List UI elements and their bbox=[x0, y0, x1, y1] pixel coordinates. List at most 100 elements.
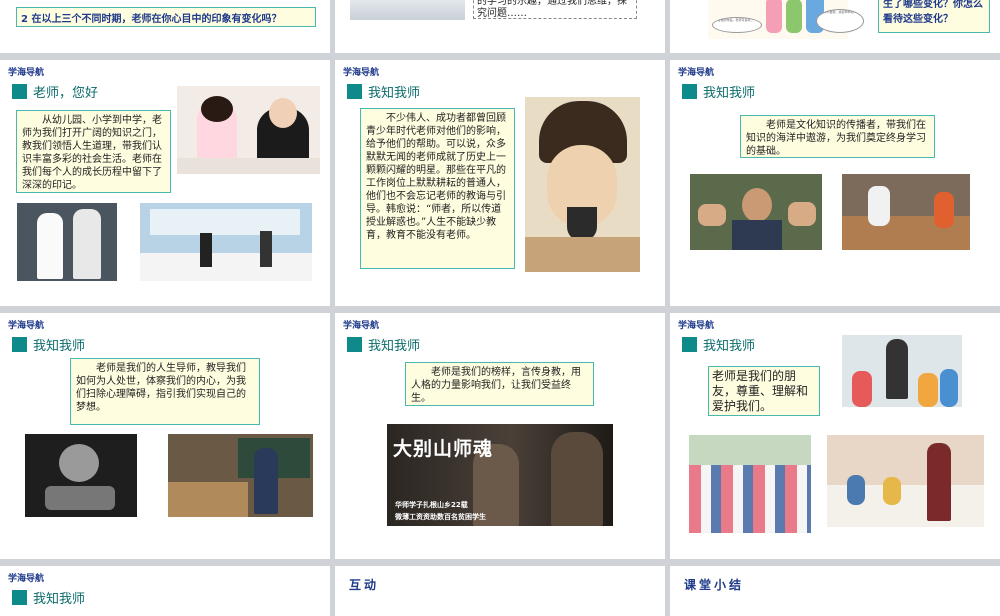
slide-teacher-friend[interactable]: 学海导航 我知我师 老师是我们的朋友，尊重、理解和爱护我们。 bbox=[670, 313, 1000, 559]
square-bullet-icon bbox=[347, 337, 362, 352]
cartoon-figure-2 bbox=[786, 0, 802, 33]
text-box: 从幼儿园、小学到中学，老师为我们打开广阔的知识之门，教我们领悟人生道理，带我们认… bbox=[16, 110, 171, 193]
section-header: 我知我师 bbox=[682, 82, 755, 101]
slide-partial-3[interactable]: 看我的作品，老师可喜欢了！ 老师不要我，我就乖乖地…… 生了哪些变化？你怎么看待… bbox=[670, 0, 1000, 53]
photo-student bbox=[868, 186, 890, 226]
section-title: 我知我师 bbox=[703, 339, 756, 354]
photo-student bbox=[883, 477, 901, 505]
photo-kid bbox=[918, 373, 938, 407]
section-title: 我知我师 bbox=[368, 86, 421, 101]
photo-figure-2 bbox=[73, 209, 101, 279]
portrait-beard bbox=[567, 207, 597, 241]
cartoon-bubble-left: 看我的作品，老师可喜欢了！ bbox=[712, 17, 762, 33]
photo-desk-row bbox=[140, 253, 312, 281]
text-content: 不少伟人、成功者都曾回顾青少年时代老师对他们的影响，给予他们的帮助。可以说，众多… bbox=[366, 113, 506, 241]
slide-role-model[interactable]: 学海导航 我知我师 老师是我们的榜样，言传身教，用人格的力量影响我们，让我们受益… bbox=[335, 313, 665, 559]
teacher-child-photo bbox=[177, 86, 320, 174]
slide-teacher-hello[interactable]: 学海导航 老师，您好 从幼儿园、小学到中学，老师为我们打开广阔的知识之门，教我们… bbox=[0, 60, 330, 306]
nav-label: 学海导航 bbox=[8, 68, 45, 78]
nav-label: 学海导航 bbox=[678, 321, 715, 331]
question-text: 2 在以上三个不同时期，老师在你心目中的印象有变化吗？ bbox=[21, 14, 282, 25]
square-bullet-icon bbox=[12, 337, 27, 352]
section-title: 老师，您好 bbox=[33, 86, 99, 101]
slide-question-partial-1[interactable]: 2 在以上三个不同时期，老师在你心目中的印象有变化吗？ bbox=[0, 0, 330, 53]
photo-child-hair bbox=[201, 96, 233, 122]
photo-teacher-face bbox=[269, 98, 297, 128]
square-bullet-icon bbox=[682, 84, 697, 99]
text-box: 老师是文化知识的传播者，带我们在知识的海洋中遨游，为我们奠定终身学习的基础。 bbox=[740, 115, 935, 158]
slide-partial-2[interactable]: 的学习的乐趣，通过我们思维，探究问题…… bbox=[335, 0, 665, 53]
photo-crowd bbox=[689, 465, 811, 533]
class-group-photo bbox=[689, 435, 811, 533]
photo-kid bbox=[940, 369, 958, 407]
classroom-photo bbox=[350, 0, 465, 20]
section-header: 我知我师 bbox=[347, 82, 420, 101]
photo-teacher bbox=[886, 339, 908, 399]
photo-teacher bbox=[254, 448, 278, 514]
section-title: 我知我师 bbox=[33, 592, 86, 607]
section-title: 我知我师 bbox=[33, 339, 86, 354]
slide-partial-9[interactable]: 课堂小结 bbox=[670, 566, 1000, 616]
photo-figure-1 bbox=[37, 213, 63, 279]
nav-label: 学海导航 bbox=[678, 68, 715, 78]
old-teacher-writing-photo bbox=[25, 434, 137, 517]
photo-student bbox=[260, 231, 272, 267]
text-content: 老师是我们的榜样，言传身教，用人格的力量影响我们，让我们受益终生。 bbox=[411, 367, 581, 404]
photo-arm bbox=[45, 486, 115, 510]
students-photo bbox=[17, 203, 117, 281]
section-title: 互动 bbox=[349, 578, 380, 592]
text-content: 的学习的乐趣，通过我们思维，探究问题…… bbox=[477, 0, 627, 19]
slide-great-people[interactable]: 学海导航 我知我师 不少伟人、成功者都曾回顾青少年时代老师对他们的影响，给予他们… bbox=[335, 60, 665, 306]
section-header: 我知我师 bbox=[12, 335, 85, 354]
nav-label: 学海导航 bbox=[8, 321, 45, 331]
text-content: 老师是我们的人生导师，教导我们如何为人处世，体察我们的内心，为我们扫除心理障碍，… bbox=[76, 363, 246, 413]
photo-person bbox=[551, 432, 603, 526]
photo-student bbox=[847, 475, 865, 505]
section-title: 课堂小结 bbox=[684, 578, 745, 592]
text-content: 从幼儿园、小学到中学，老师为我们打开广阔的知识之门，教我们领悟人生道理，带我们认… bbox=[22, 115, 162, 191]
slide-life-mentor[interactable]: 学海导航 我知我师 老师是我们的人生导师，教导我们如何为人处世，体察我们的内心，… bbox=[0, 313, 330, 559]
cartoon-figure-1 bbox=[766, 0, 782, 33]
photo-student bbox=[934, 192, 954, 228]
slide-partial-7[interactable]: 学海导航 我知我师 bbox=[0, 566, 330, 616]
square-bullet-icon bbox=[12, 84, 27, 99]
photo-hands bbox=[788, 202, 816, 226]
section-header: 我知我师 bbox=[12, 588, 85, 607]
classroom-activity-photo bbox=[827, 435, 984, 527]
poster-caption-2: 微薄工资资助数百名贫困学生 bbox=[395, 513, 486, 521]
classroom-teaching-photo bbox=[168, 434, 313, 517]
nav-label: 学海导航 bbox=[343, 68, 380, 78]
section-header: 老师，您好 bbox=[12, 82, 98, 101]
students-desk-photo bbox=[842, 174, 970, 250]
slide-partial-8[interactable]: 互动 bbox=[335, 566, 665, 616]
han-yu-portrait bbox=[525, 97, 640, 272]
photo-teacher bbox=[927, 443, 951, 521]
question-text: 生了哪些变化？你怎么看待这些变化？ bbox=[883, 0, 983, 25]
poster-title: 大别山师魂 bbox=[393, 438, 494, 460]
poster-caption-1: 华师学子扎根山乡22载 bbox=[395, 501, 468, 509]
text-content: 老师是文化知识的传播者，带我们在知识的海洋中遨游，为我们奠定终身学习的基础。 bbox=[746, 120, 926, 157]
photo-board bbox=[150, 209, 300, 235]
portrait-robe bbox=[525, 237, 640, 272]
square-bullet-icon bbox=[12, 590, 27, 605]
photo-face bbox=[742, 188, 772, 222]
slide-knowledge-spreader[interactable]: 学海导航 我知我师 老师是文化知识的传播者，带我们在知识的海洋中遨游，为我们奠定… bbox=[670, 60, 1000, 306]
teacher-kids-photo bbox=[842, 335, 962, 407]
square-bullet-icon bbox=[682, 337, 697, 352]
question-box: 生了哪些变化？你怎么看待这些变化？ bbox=[878, 0, 990, 33]
section-title: 我知我师 bbox=[703, 86, 756, 101]
classroom-photo bbox=[140, 203, 312, 281]
photo-desk bbox=[177, 158, 320, 174]
photo-body bbox=[732, 220, 782, 250]
nav-label: 学海导航 bbox=[8, 574, 45, 584]
section-header: 我知我师 bbox=[347, 335, 420, 354]
photo-head bbox=[59, 444, 99, 482]
text-box: 不少伟人、成功者都曾回顾青少年时代老师对他们的影响，给予他们的帮助。可以说，众多… bbox=[360, 108, 515, 269]
section-header: 我知我师 bbox=[682, 335, 755, 354]
photo-student bbox=[200, 233, 212, 267]
photo-desks bbox=[168, 482, 248, 517]
photo-kid bbox=[852, 371, 872, 407]
question-box: 2 在以上三个不同时期，老师在你心目中的印象有变化吗？ bbox=[16, 7, 316, 27]
text-box: 的学习的乐趣，通过我们思维，探究问题…… bbox=[473, 0, 637, 19]
text-content: 老师是我们的朋友，尊重、理解和爱护我们。 bbox=[712, 369, 809, 413]
